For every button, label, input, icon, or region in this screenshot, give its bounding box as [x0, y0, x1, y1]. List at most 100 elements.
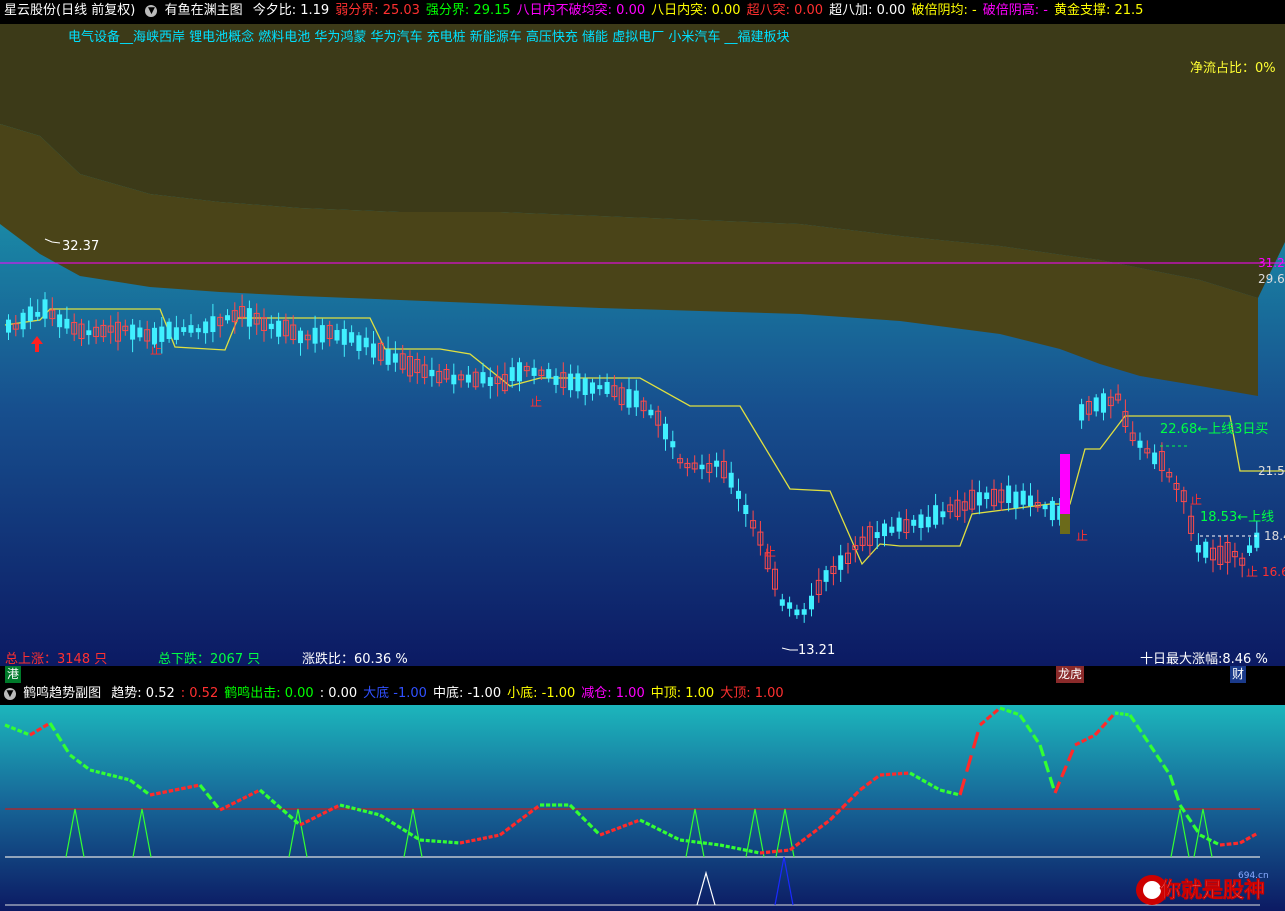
- trend-segment: [1212, 840, 1219, 846]
- trend-segment: [465, 839, 471, 844]
- candle-body: [633, 390, 639, 408]
- candle-body: [35, 311, 41, 317]
- trend-segment: [242, 795, 248, 801]
- candle-body: [268, 323, 274, 330]
- candle-body: [590, 382, 595, 394]
- stop-marker-2: 止: [530, 395, 542, 409]
- main-chart-header: 星云股份(日线 前复权) ▼ 有鱼在渊主图 今夕比: 1.19 弱分界: 25.0…: [0, 0, 1285, 24]
- sub-header-item: 减仓: 1.00: [581, 686, 645, 701]
- trend-segment: [639, 818, 645, 824]
- concept-tags: 电气设备__海峡西岸 锂电池概念 燃料电池 华为鸿蒙 华为汽车 充电桩 新能源车…: [68, 29, 789, 45]
- candle-body: [736, 490, 741, 499]
- candle-body: [429, 369, 435, 377]
- trend-segment: [1245, 835, 1251, 842]
- candle-body: [385, 349, 391, 365]
- candle-body: [195, 328, 201, 333]
- candle-body: [670, 441, 676, 448]
- trend-segment: [368, 810, 373, 815]
- trend-segment: [316, 812, 322, 818]
- trend-segment: [1006, 708, 1012, 714]
- candle-body: [159, 326, 165, 342]
- header-item: 超八突: 0.00: [746, 3, 824, 18]
- sub-header-item: 大底 -1.00: [363, 686, 427, 701]
- collapse-toggle-icon[interactable]: ▼: [145, 4, 158, 17]
- trend-segment: [679, 838, 685, 843]
- candle-body: [911, 519, 917, 526]
- highlight-bar-base: [1060, 514, 1070, 534]
- trend-sub-chart[interactable]: 你就是股神 694.cn: [0, 705, 1285, 911]
- candle-body: [779, 599, 785, 606]
- collapse-toggle-icon[interactable]: ▼: [4, 687, 16, 700]
- candle-body: [363, 337, 369, 348]
- trend-segment: [946, 790, 952, 795]
- sub-header-item: 中底: -1.00: [432, 686, 502, 701]
- candle-body: [181, 327, 187, 332]
- candle-body: [597, 385, 603, 390]
- trend-segment: [333, 804, 340, 810]
- sub-header-item: 小底: -1.00: [507, 686, 576, 701]
- header-item: 弱分界: 25.03: [335, 3, 420, 18]
- trend-segment: [482, 836, 488, 840]
- candle-body: [451, 374, 457, 385]
- trend-segment: [476, 837, 482, 842]
- trend-segment: [691, 839, 696, 844]
- trend-segment: [708, 841, 713, 846]
- event-marker-dragon-tiger[interactable]: 龙虎: [1056, 666, 1085, 683]
- trend-segment: [1074, 741, 1081, 747]
- candle-body: [546, 369, 552, 379]
- sub-header-item: 鹤鸣出击: 0.00: [224, 686, 314, 701]
- candle-body: [392, 353, 398, 363]
- down-stats: 总下跌：2067 只: [158, 651, 260, 666]
- header-item: 强分界: 29.15: [425, 3, 511, 18]
- stock-title[interactable]: 星云股份(日线 前复权): [4, 0, 135, 22]
- net-flow-ratio: 净流占比：0%: [1190, 61, 1276, 76]
- trend-segment: [219, 806, 225, 812]
- candle-body: [203, 321, 209, 334]
- trend-segment: [1239, 839, 1245, 845]
- trend-segment: [149, 792, 155, 797]
- highlight-bar: [1060, 454, 1070, 514]
- event-marker-finance[interactable]: 财: [1230, 666, 1247, 683]
- signal-label-1: 22.68←上线3日买: [1160, 422, 1268, 437]
- trend-segment: [224, 803, 231, 809]
- trend-segment: [123, 777, 129, 782]
- stop-marker-3: 止: [764, 545, 776, 559]
- trend-segment: [10, 726, 17, 731]
- candle-body: [1028, 495, 1033, 507]
- trend-segment: [622, 823, 628, 828]
- trend-segment: [599, 832, 605, 837]
- sub-indicator-values: 趋势: 0.52: 0.52 鹤鸣出击: 0.00: 0.00 大底 -1.00 中底…: [111, 686, 789, 701]
- candle-body: [371, 343, 376, 358]
- trend-segment: [605, 829, 611, 835]
- candle-body: [509, 367, 515, 382]
- candle-body: [6, 319, 11, 333]
- trend-segment: [106, 772, 112, 777]
- candle-body: [801, 609, 807, 615]
- sub-indicator-name[interactable]: 鹤鸣趋势副图: [23, 683, 101, 705]
- candle-body: [604, 382, 610, 394]
- trend-segment: [702, 841, 708, 845]
- event-marker-hk[interactable]: 港: [5, 666, 22, 683]
- candle-body: [896, 517, 902, 532]
- trend-segment: [101, 771, 106, 776]
- trend-segment: [4, 723, 10, 729]
- candle-body: [1195, 544, 1201, 553]
- market-stats: 总上涨：3148 只: [5, 652, 107, 666]
- indicator-name[interactable]: 有鱼在渊主图: [165, 0, 243, 22]
- trend-segment: [339, 803, 345, 808]
- candle-body: [838, 555, 844, 570]
- price-chart[interactable]: 32.37 13.21 止 止 止 止 止 止 22.68←上线3日买 18.5…: [0, 24, 1285, 666]
- candle-body: [341, 328, 347, 345]
- trend-segment: [927, 781, 933, 787]
- candle-body: [823, 570, 829, 582]
- trend-segment: [662, 829, 668, 835]
- trend-segment: [23, 731, 29, 736]
- candle-body: [1013, 491, 1019, 509]
- trend-segment: [356, 807, 362, 812]
- trend-segment: [610, 827, 616, 833]
- trend-segment: [396, 824, 402, 830]
- candle-body: [940, 511, 946, 518]
- trend-segment: [187, 785, 193, 790]
- trend-segment: [1087, 734, 1094, 740]
- sub-header-item: : 0.52: [180, 686, 219, 701]
